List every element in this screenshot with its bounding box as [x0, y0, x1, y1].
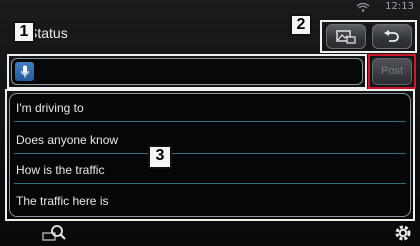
phrase-list: I'm driving to Does anyone know How is t…: [9, 93, 411, 217]
callout-label-3: 3: [148, 145, 172, 169]
phrase-item[interactable]: Does anyone know: [14, 127, 406, 154]
bottom-bar: [0, 222, 420, 246]
status-text-input[interactable]: [38, 62, 357, 81]
wifi-icon: [356, 2, 370, 12]
phrase-item[interactable]: The traffic here is: [14, 188, 406, 215]
phrase-item[interactable]: I'm driving to: [14, 95, 406, 122]
back-icon: [384, 29, 399, 42]
header: Status: [0, 16, 420, 52]
clock: 12:13: [385, 1, 414, 12]
callout-label-1: 1: [13, 21, 35, 43]
microphone-icon: [20, 65, 29, 77]
photo-share-button[interactable]: [326, 24, 366, 49]
post-button[interactable]: Post: [372, 58, 412, 85]
callout-label-2: 2: [290, 14, 312, 36]
status-input-row: [11, 58, 363, 85]
settings-icon[interactable]: [389, 222, 417, 244]
screen: 12:13 Status Post I'm driving to Does an…: [0, 0, 420, 246]
search-history-icon[interactable]: [40, 222, 68, 244]
back-button[interactable]: [372, 24, 412, 49]
phrase-item[interactable]: How is the traffic: [14, 157, 406, 184]
voice-input-button[interactable]: [15, 62, 34, 81]
status-bar: 12:13: [0, 0, 420, 16]
photo-share-icon: [336, 29, 356, 44]
